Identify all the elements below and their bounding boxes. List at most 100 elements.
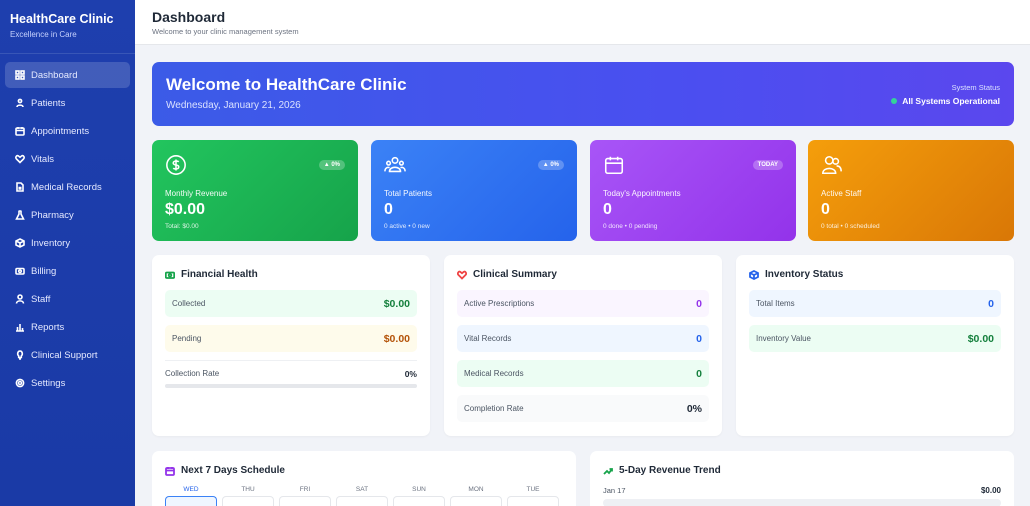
sidebar-item-label: Dashboard bbox=[31, 69, 78, 81]
sidebar-item-appointments[interactable]: Appointments bbox=[5, 118, 130, 144]
row-label: Total Items bbox=[756, 299, 795, 308]
page-title: Dashboard bbox=[152, 9, 226, 25]
stat-value: 0 bbox=[821, 201, 830, 218]
sidebar: HealthCare Clinic Excellence in Care Das… bbox=[0, 0, 135, 506]
stat-label: Total Patients bbox=[384, 189, 433, 198]
sidebar-item-settings[interactable]: Settings bbox=[5, 370, 130, 396]
sidebar-item-reports[interactable]: Reports bbox=[5, 314, 130, 340]
schedule-day[interactable]: FRI bbox=[279, 486, 331, 506]
row-value: 0 bbox=[696, 297, 702, 310]
sidebar-item-medical-records[interactable]: Medical Records bbox=[5, 174, 130, 200]
stat-badge: ▲ 0% bbox=[318, 160, 345, 170]
sidebar-item-label: Medical Records bbox=[31, 181, 102, 193]
stat-footnote: Total: $0.00 bbox=[165, 223, 199, 230]
clinical-summary-panel: Clinical Summary Active Prescriptions 0 … bbox=[444, 255, 722, 436]
clinical-title: Clinical Summary bbox=[473, 269, 557, 280]
stat-label: Monthly Revenue bbox=[165, 189, 228, 198]
sidebar-item-dashboard[interactable]: Dashboard bbox=[5, 62, 130, 88]
collection-rate-bar bbox=[165, 384, 417, 388]
inventory-status-panel: Inventory Status Total Items 0 Inventory… bbox=[736, 255, 1014, 436]
row-value: $0.00 bbox=[383, 297, 410, 310]
sidebar-item-patients[interactable]: Patients bbox=[5, 90, 130, 116]
panel-title: 5-Day Revenue Trend bbox=[603, 465, 1001, 476]
schedule-day[interactable]: MON bbox=[450, 486, 502, 506]
billing-icon bbox=[15, 266, 25, 276]
panel-title: Inventory Status bbox=[749, 269, 1001, 280]
stat-badge: TODAY bbox=[752, 160, 783, 170]
sidebar-item-inventory[interactable]: Inventory bbox=[5, 230, 130, 256]
completion-rate-row: Completion Rate 0% bbox=[457, 395, 709, 422]
trend-date: Jan 17 bbox=[603, 486, 626, 495]
heart-icon bbox=[15, 154, 25, 164]
sidebar-item-pharmacy[interactable]: Pharmacy bbox=[5, 202, 130, 228]
users-icon bbox=[384, 154, 564, 181]
row-value: $0.00 bbox=[967, 332, 994, 345]
collection-rate-row: Collection Rate 0% bbox=[165, 360, 417, 379]
box-icon bbox=[749, 269, 759, 280]
brand-title: HealthCare Clinic bbox=[10, 12, 114, 26]
stat-card-appointments[interactable]: TODAY Today's Appointments 0 0 done • 0 … bbox=[590, 140, 796, 241]
grid-icon bbox=[15, 70, 25, 80]
bulb-icon bbox=[15, 350, 25, 360]
dollar-icon bbox=[165, 154, 345, 181]
calendar-icon bbox=[15, 126, 25, 136]
panel-title: Financial Health bbox=[165, 269, 417, 280]
schedule-day[interactable]: SAT bbox=[336, 486, 388, 506]
day-label: THU bbox=[241, 486, 255, 493]
row-label: Collection Rate bbox=[165, 369, 220, 378]
sidebar-item-vitals[interactable]: Vitals bbox=[5, 146, 130, 172]
staff-icon bbox=[15, 294, 25, 304]
row-label: Pending bbox=[172, 334, 202, 343]
stat-card-revenue[interactable]: ▲ 0% Monthly Revenue $0.00 Total: $0.00 bbox=[152, 140, 358, 241]
schedule-day[interactable]: TUE bbox=[507, 486, 559, 506]
stat-value: $0.00 bbox=[165, 201, 206, 218]
sidebar-item-label: Patients bbox=[31, 97, 66, 109]
system-status-value: All Systems Operational bbox=[891, 96, 1000, 106]
vital-records-row: Vital Records 0 bbox=[457, 325, 709, 352]
stat-card-patients[interactable]: ▲ 0% Total Patients 0 0 active • 0 new bbox=[371, 140, 577, 241]
sidebar-item-label: Billing bbox=[31, 265, 57, 277]
row-label: Medical Records bbox=[464, 369, 524, 378]
sidebar-item-label: Inventory bbox=[31, 237, 71, 249]
users-icon bbox=[15, 98, 25, 108]
money-icon bbox=[165, 271, 175, 279]
stat-card-staff[interactable]: Active Staff 0 0 total • 0 scheduled bbox=[808, 140, 1014, 241]
sidebar-item-label: Clinical Support bbox=[31, 349, 98, 361]
welcome-title: Welcome to HealthCare Clinic bbox=[166, 75, 407, 94]
inventory-value-row: Inventory Value $0.00 bbox=[749, 325, 1001, 352]
schedule-day[interactable]: SUN bbox=[393, 486, 445, 506]
sidebar-item-label: Settings bbox=[31, 377, 66, 389]
row-label: Collected bbox=[172, 299, 206, 308]
welcome-banner: Welcome to HealthCare Clinic Wednesday, … bbox=[152, 62, 1014, 126]
sidebar-item-clinical-support[interactable]: Clinical Support bbox=[5, 342, 130, 368]
trend-value: $0.00 bbox=[980, 486, 1001, 495]
day-label: TUE bbox=[526, 486, 540, 493]
sidebar-item-label: Staff bbox=[31, 293, 51, 305]
calendar-icon bbox=[165, 466, 175, 476]
stat-label: Active Staff bbox=[821, 189, 862, 198]
sidebar-item-billing[interactable]: Billing bbox=[5, 258, 130, 284]
row-label: Completion Rate bbox=[464, 404, 524, 413]
row-label: Inventory Value bbox=[756, 334, 811, 343]
sidebar-item-staff[interactable]: Staff bbox=[5, 286, 130, 312]
day-label: MON bbox=[468, 486, 484, 493]
stat-footnote: 0 total • 0 scheduled bbox=[821, 223, 880, 230]
row-value: 0 bbox=[696, 367, 702, 380]
system-status-text: All Systems Operational bbox=[902, 96, 1000, 106]
total-items-row: Total Items 0 bbox=[749, 290, 1001, 317]
schedule-day[interactable]: WED bbox=[165, 486, 217, 506]
row-value: $0.00 bbox=[383, 332, 410, 345]
financial-health-panel: Financial Health Collected $0.00 Pending… bbox=[152, 255, 430, 436]
page-subtitle: Welcome to your clinic management system bbox=[152, 27, 299, 36]
stat-value: 0 bbox=[603, 201, 612, 218]
row-label: Vital Records bbox=[464, 334, 512, 343]
panel-title: Next 7 Days Schedule bbox=[165, 465, 563, 476]
schedule-day[interactable]: THU bbox=[222, 486, 274, 506]
active-prescriptions-row: Active Prescriptions 0 bbox=[457, 290, 709, 317]
file-icon bbox=[15, 182, 25, 192]
row-value: 0 bbox=[696, 332, 702, 345]
sidebar-item-label: Reports bbox=[31, 321, 65, 333]
row-label: Active Prescriptions bbox=[464, 299, 535, 308]
day-label: WED bbox=[183, 486, 199, 493]
schedule-title: Next 7 Days Schedule bbox=[181, 465, 285, 476]
